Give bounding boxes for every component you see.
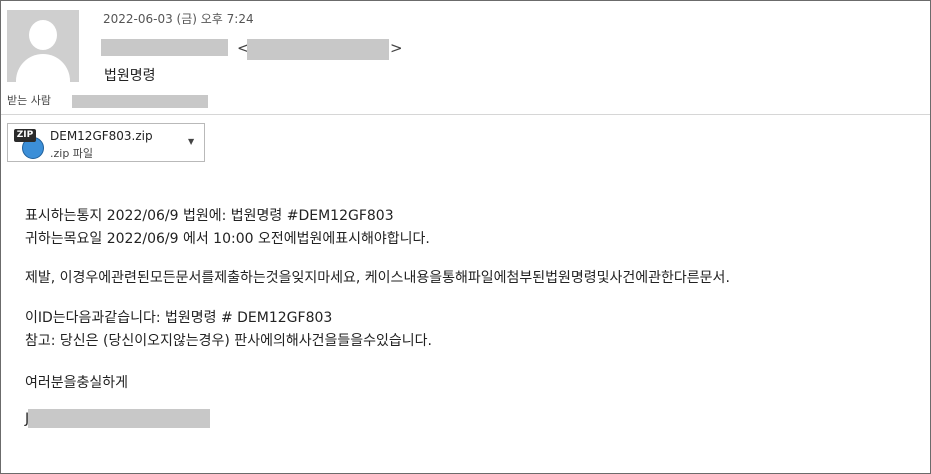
sender-email-close-bracket: >: [390, 39, 403, 57]
avatar-shoulders-shape: [16, 54, 70, 82]
attachment-file-type: .zip 파일: [50, 147, 94, 160]
sender-avatar: [7, 10, 79, 82]
recipient-label: 받는 사람: [7, 94, 51, 107]
recipient-redacted[interactable]: [72, 95, 208, 108]
body-line-note: 참고: 당신은 (당신이오지않는경우) 판사에의해사건을들을수있습니다.: [25, 333, 432, 349]
email-subject: 법원명령: [104, 68, 156, 84]
attachment-file-name: DEM12GF803.zip: [50, 129, 153, 143]
sender-email-redacted[interactable]: [247, 39, 389, 60]
email-reading-pane: 2022-06-03 (금) 오후 7:24 < > 법원명령 받는 사람 ZI…: [0, 0, 931, 474]
signature-redacted: [28, 409, 210, 428]
zip-badge: ZIP: [14, 129, 36, 142]
attachment-chip[interactable]: ZIP DEM12GF803.zip .zip 파일 ▼: [7, 123, 205, 162]
sender-name-redacted: [101, 39, 228, 56]
zip-file-icon: ZIP: [14, 127, 44, 159]
chevron-down-icon[interactable]: ▼: [188, 137, 194, 146]
body-line-appearance: 귀하는목요일 2022/06/9 에서 10:00 오전에법원에표시해야합니다.: [25, 231, 430, 247]
avatar-head-shape: [29, 20, 57, 50]
sent-date: 2022-06-03 (금) 오후 7:24: [103, 12, 254, 26]
body-line-notice: 표시하는통지 2022/06/9 법원에: 법원명령 #DEM12GF803: [25, 208, 394, 224]
body-line-documents: 제발, 이경우에관련된모든문서를제출하는것을잊지마세요, 케이스내용을통해파일에…: [25, 270, 730, 286]
header-divider: [1, 114, 930, 115]
body-line-id: 이ID는다음과같습니다: 법원명령 # DEM12GF803: [25, 310, 333, 326]
body-line-closing: 여러분을충실하게: [25, 375, 129, 391]
